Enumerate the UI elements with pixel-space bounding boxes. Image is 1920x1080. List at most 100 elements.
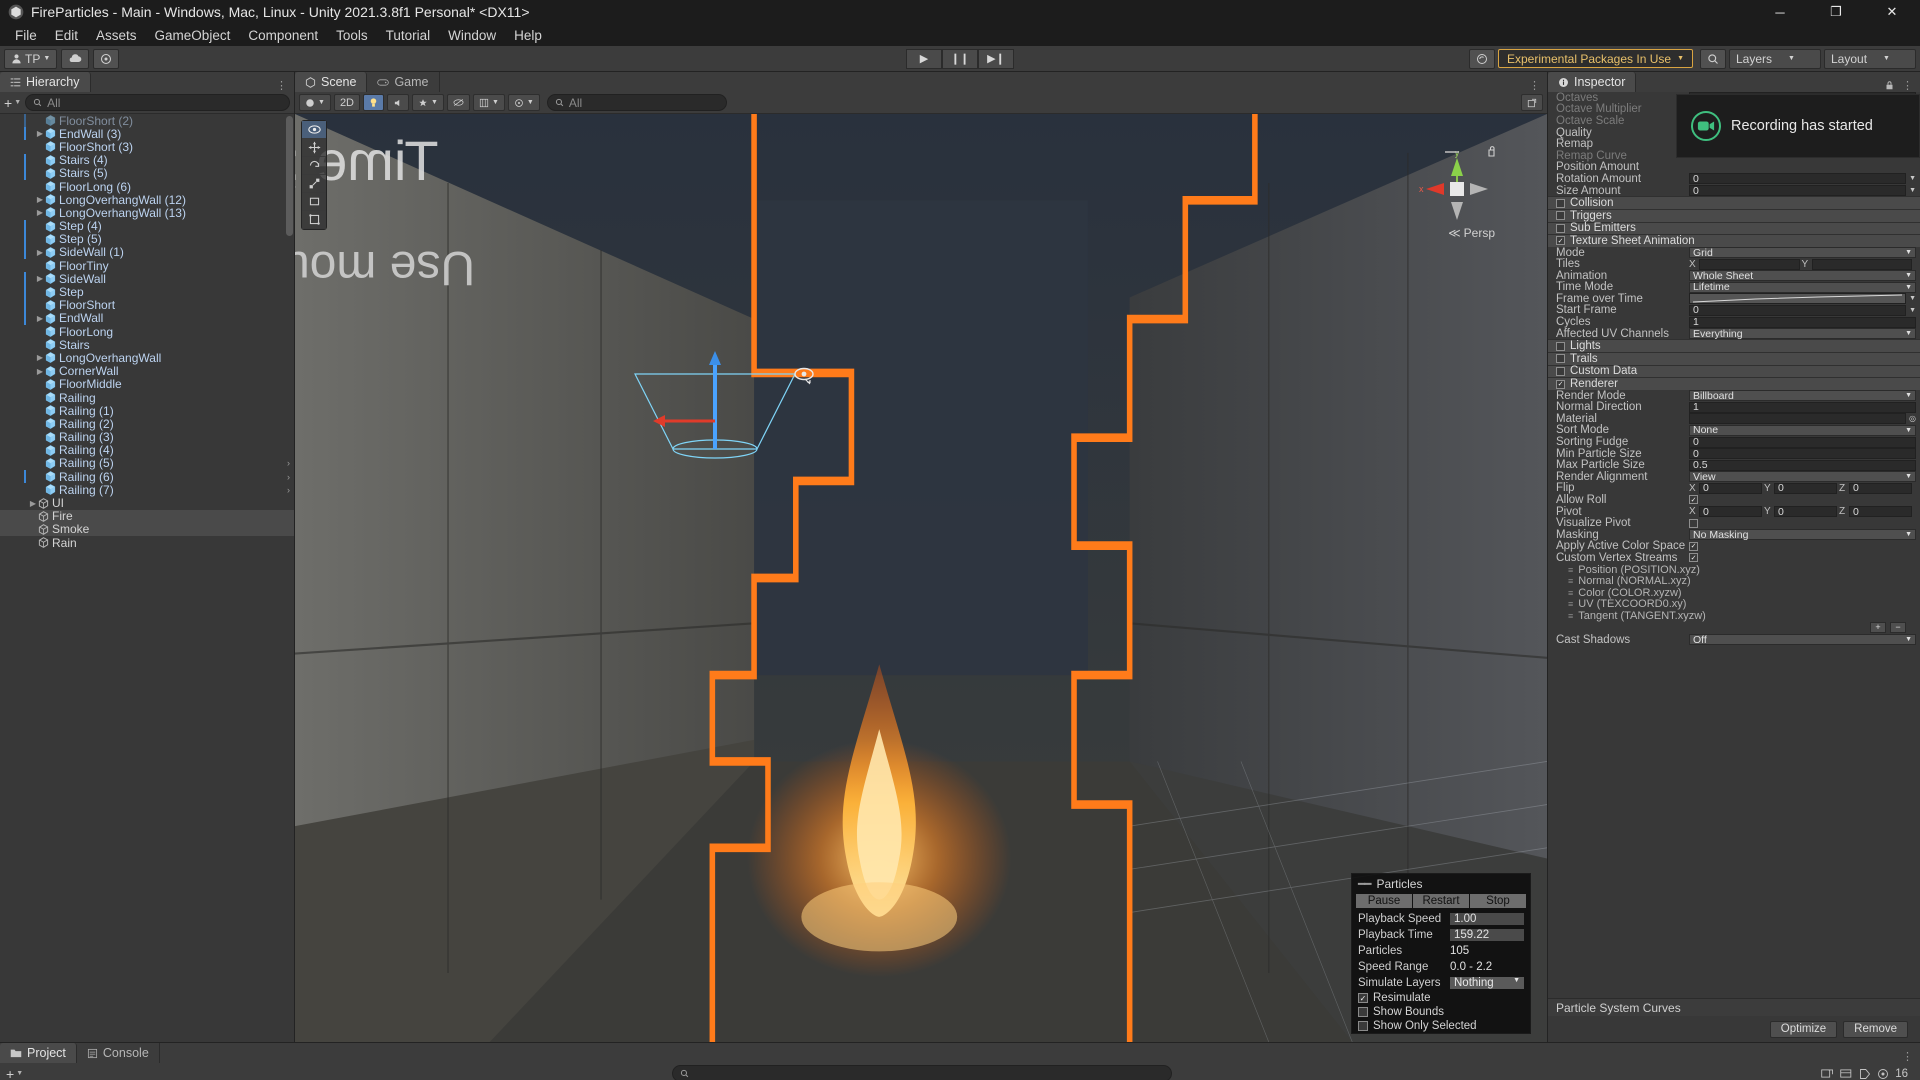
scene-popout-button[interactable] [1521,94,1543,111]
hierarchy-item[interactable]: Step (5) [0,232,294,246]
drag-handle-icon[interactable]: ≡ [1568,599,1573,609]
inspector-axis-field[interactable] [1699,258,1800,270]
hierarchy-item[interactable]: ▶ EndWall [0,311,294,325]
checkbox-icon[interactable] [1556,341,1565,351]
remove-button[interactable]: Remove [1843,1020,1908,1038]
checkbox-icon[interactable] [1689,518,1698,528]
expand-arrow-icon[interactable]: ▶ [35,129,45,138]
pause-button[interactable]: ❙❙ [942,48,978,69]
tab-project[interactable]: Project [0,1043,77,1063]
expand-arrow-icon[interactable]: ▶ [35,248,45,257]
2d-toggle-button[interactable]: 2D [333,94,360,111]
play-button[interactable]: ▶ [906,48,942,69]
hierarchy-item[interactable]: Railing (7) › [0,483,294,497]
hierarchy-item[interactable]: ▶ LongOverhangWall [0,351,294,365]
hierarchy-item[interactable]: Railing (4) [0,443,294,457]
inspector-value-field[interactable]: 0 [1689,436,1916,448]
expand-arrow-icon[interactable]: ▶ [28,499,38,508]
scene-menu-icon[interactable]: ⋮ [1529,79,1541,92]
tab-hierarchy[interactable]: Hierarchy [0,72,91,92]
restart-particles-button[interactable]: Restart [1413,894,1469,908]
hierarchy-item[interactable]: Step (4) [0,219,294,233]
expand-arrow-icon[interactable]: ▶ [35,195,45,204]
hierarchy-item-chevron-icon[interactable]: › [287,485,290,495]
inspector-value-dropdown[interactable]: Billboard ▼ [1689,390,1916,402]
project-search-input[interactable] [672,1065,1173,1080]
vertex-stream-row[interactable]: ≡ Position (POSITION.xyz) [1548,564,1920,576]
menu-file[interactable]: File [6,26,46,45]
expand-arrow-icon[interactable]: ▶ [35,353,45,362]
checkbox-icon[interactable]: ✓ [1556,379,1565,389]
checkbox-icon[interactable] [1556,198,1565,208]
tab-inspector[interactable]: Inspector [1548,72,1637,92]
particle-checkbox-row[interactable]: Show Only Selected [1352,1019,1530,1033]
menu-assets[interactable]: Assets [87,26,146,45]
inspector-content[interactable]: Octaves 1 Octave MultiplierOctave ScaleQua… [1548,92,1920,998]
expand-arrow-icon[interactable]: ▶ [35,314,45,323]
inspector-module-header[interactable]: Custom Data [1548,364,1920,377]
inspector-module-header[interactable]: Triggers [1548,208,1920,222]
hierarchy-item[interactable]: FloorLong [0,325,294,339]
hierarchy-item[interactable]: Step [0,285,294,299]
hierarchy-item[interactable]: FloorMiddle [0,377,294,391]
inspector-value-field[interactable]: 0 [1689,185,1907,197]
drag-handle-icon[interactable]: ≡ [1568,611,1573,621]
global-search-button[interactable] [1700,48,1726,69]
collab-button[interactable] [1468,48,1495,69]
menu-tutorial[interactable]: Tutorial [377,26,440,45]
inspector-value-dropdown[interactable]: Lifetime ▼ [1689,281,1916,293]
search-in-scene-icon[interactable] [1821,1068,1834,1079]
inspector-axis-field[interactable]: 0 [1849,506,1912,518]
drag-handle-icon[interactable]: ≡ [1568,588,1573,598]
lock-icon[interactable] [1885,80,1894,91]
vertex-stream-row[interactable]: ≡ Normal (NORMAL.xyz) [1548,575,1920,587]
stop-particles-button[interactable]: Stop [1470,894,1526,908]
hierarchy-item[interactable]: Railing [0,391,294,405]
hidden-objects-toggle[interactable] [446,94,470,111]
pause-particles-button[interactable]: Pause [1356,894,1412,908]
inspector-menu-icon[interactable]: ⋮ [1902,79,1914,92]
inspector-value-dropdown[interactable]: Off ▼ [1689,634,1916,646]
inspector-axis-field[interactable] [1811,258,1912,270]
particle-checkbox-row[interactable]: ✓ Resimulate [1352,991,1530,1005]
checkbox-icon[interactable]: ✓ [1689,553,1698,563]
layout-dropdown[interactable]: Layout ▼ [1824,48,1916,69]
vertex-stream-row[interactable]: ≡ Tangent (TANGENT.xyzw) [1548,610,1920,622]
inspector-module-header[interactable]: Sub Emitters [1548,221,1920,234]
menu-gameobject[interactable]: GameObject [146,26,240,45]
checkbox-icon[interactable] [1358,1007,1368,1017]
hierarchy-item[interactable]: Railing (5) › [0,456,294,470]
hierarchy-item[interactable]: Railing (6) › [0,470,294,484]
inspector-axis-field[interactable]: 0 [1699,506,1762,518]
inspector-module-header[interactable]: ✓ Texture Sheet Animation [1548,234,1920,247]
drag-handle-icon[interactable]: ≡ [1568,576,1573,586]
hierarchy-item[interactable]: ▶ SideWall (1) [0,245,294,259]
hierarchy-item[interactable]: Stairs (5) [0,166,294,180]
optimize-button[interactable]: Optimize [1769,1020,1838,1038]
rect-tool-button[interactable] [302,193,326,211]
chevron-down-icon[interactable]: ▼ [1909,187,1916,194]
hierarchy-item[interactable]: ▶ CornerWall [0,364,294,378]
inspector-axis-field[interactable]: 0 [1849,482,1912,494]
account-button[interactable]: TP ▼ [4,48,58,69]
menu-help[interactable]: Help [505,26,551,45]
hierarchy-item[interactable]: ▶ UI [0,496,294,510]
maximize-button[interactable]: ❐ [1808,0,1864,24]
checkbox-icon[interactable]: ✓ [1358,993,1368,1003]
hierarchy-item[interactable]: Stairs (4) [0,153,294,167]
hierarchy-item[interactable]: Railing (3) [0,430,294,444]
hierarchy-item[interactable]: Fire [0,509,294,523]
hierarchy-item[interactable]: FloorTiny [0,259,294,273]
particle-property-dropdown[interactable]: Nothing ▼ [1450,977,1524,989]
hierarchy-item[interactable]: Rain [0,536,294,550]
chevron-down-icon[interactable]: ▼ [1909,307,1916,314]
hierarchy-item-chevron-icon[interactable]: › [287,458,290,468]
inspector-axis-field[interactable]: 0 [1774,506,1837,518]
hand-tool-button[interactable] [302,121,326,139]
chevron-down-icon[interactable]: ▼ [16,1070,23,1077]
hierarchy-item[interactable]: FloorShort [0,298,294,312]
hierarchy-item[interactable]: Railing (1) [0,404,294,418]
drag-handle-icon[interactable]: ≡ [1568,565,1573,575]
project-create-button[interactable]: + [6,1066,14,1080]
step-button[interactable]: ▶❙ [978,48,1014,69]
